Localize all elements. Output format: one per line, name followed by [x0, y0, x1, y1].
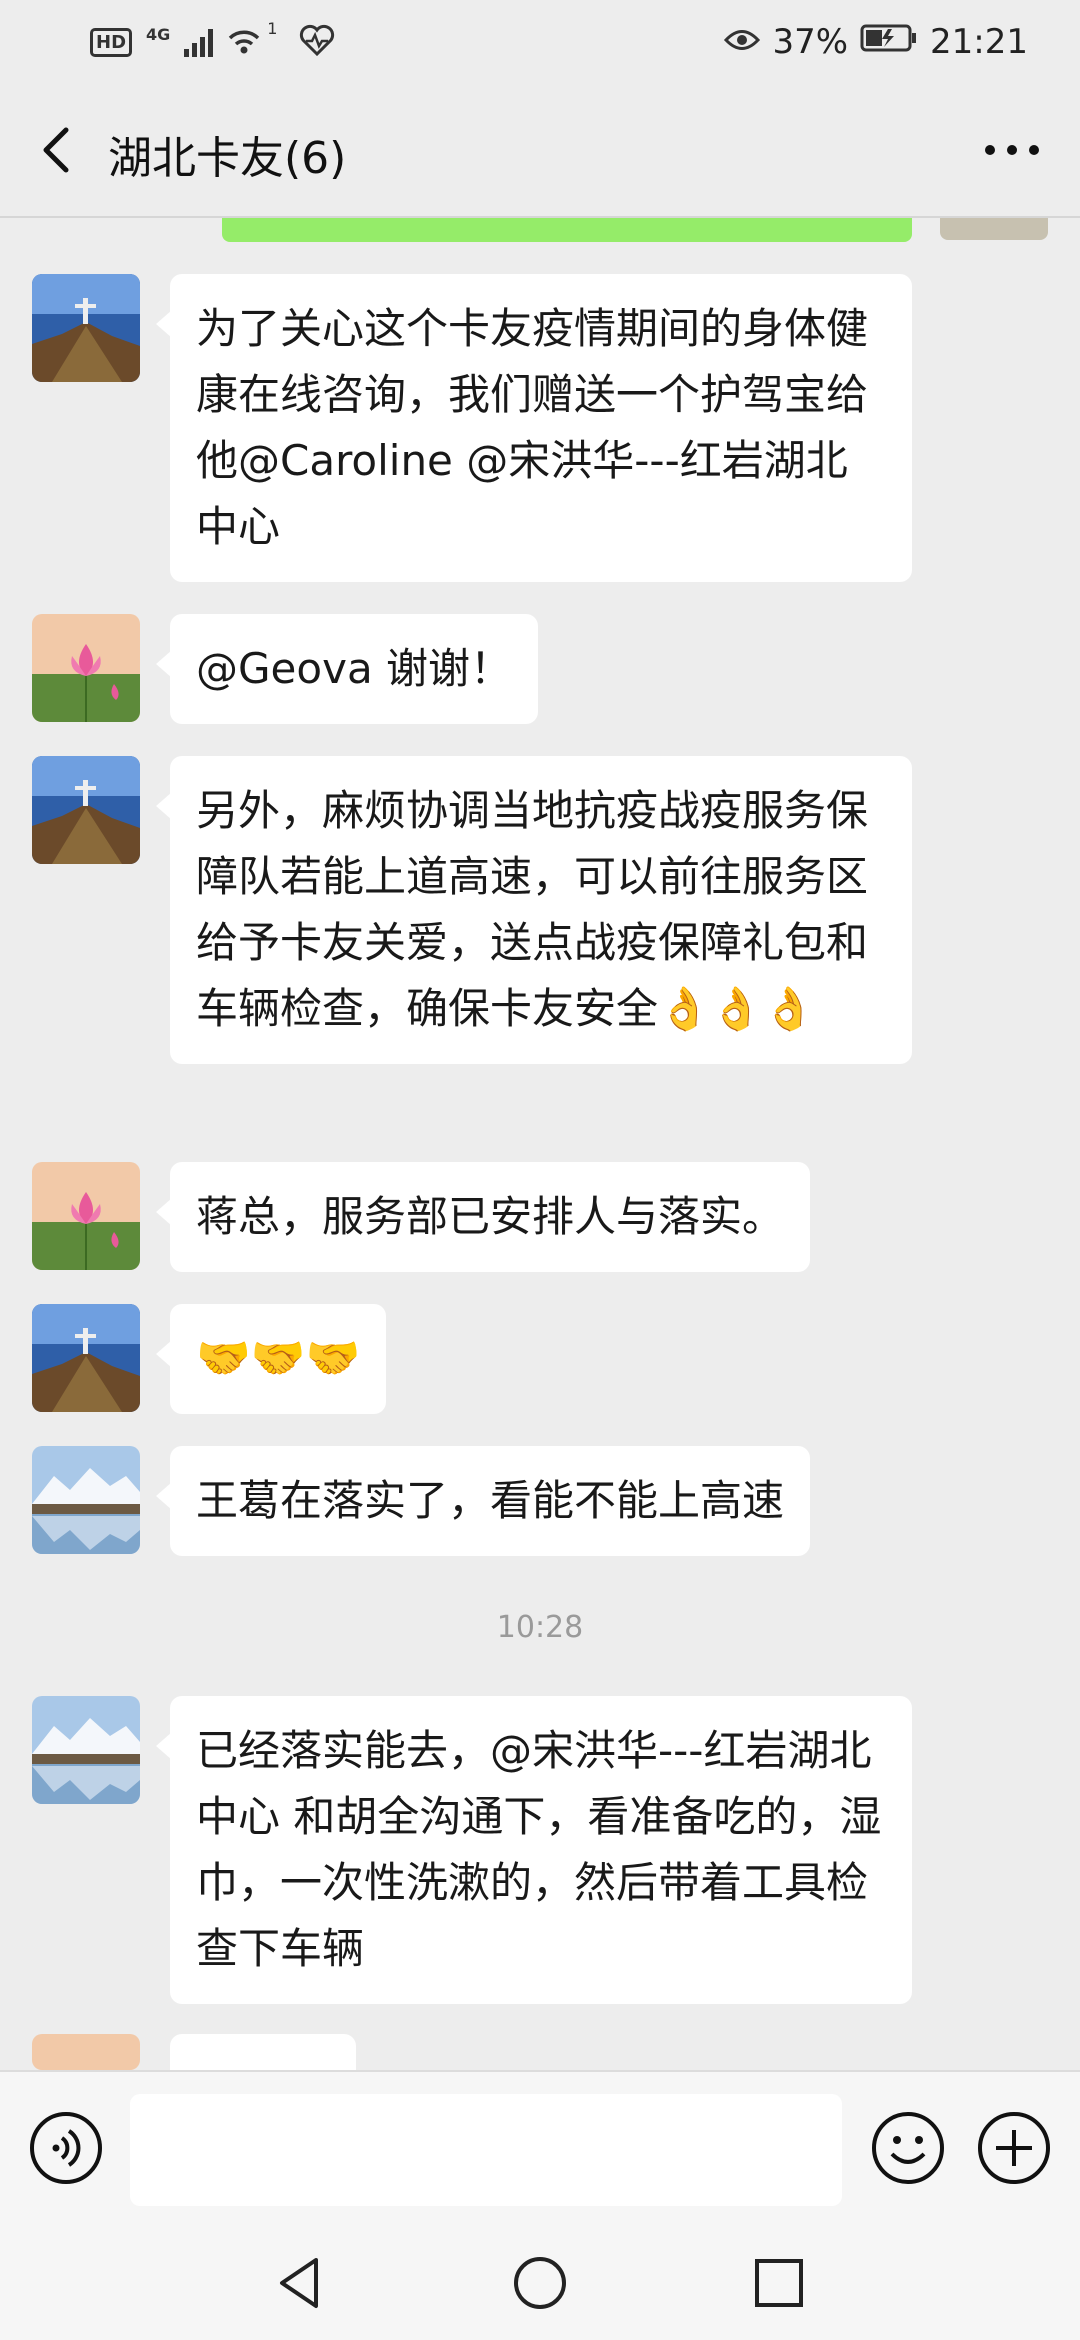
nav-recents-icon[interactable]: [748, 2252, 810, 2314]
battery-percent: 37%: [772, 22, 849, 62]
plus-icon[interactable]: [976, 2110, 1052, 2186]
lotus-avatar[interactable]: [32, 1162, 140, 1270]
network-gen: 4G: [146, 24, 171, 44]
eye-icon: [724, 22, 761, 62]
message-bubble[interactable]: 为了关心这个卡友疫情期间的身体健康在线咨询，我们赠送一个护驾宝给他@Caroli…: [156, 274, 912, 582]
hd-indicator: HD: [90, 27, 133, 57]
input-bar: [0, 2070, 1080, 2228]
message-bubble[interactable]: 王葛在落实了，看能不能上高速: [155, 1446, 811, 1556]
message-bubble[interactable]: 另外，麻烦协调当地抗疫战疫服务保障队若能上道高速，可以前往服务区给予卡友关爱，送…: [156, 756, 912, 1064]
own-avatar-partial[interactable]: [940, 218, 1048, 240]
heart-icon: [299, 24, 335, 60]
timestamp: 10:28: [496, 1610, 584, 1645]
message-bubble[interactable]: @Geova 谢谢！: [155, 614, 539, 724]
clock: 21:21: [930, 22, 1028, 62]
chat-header: 湖北卡友(6): [0, 84, 1080, 218]
wifi-icon: [227, 24, 261, 60]
message-bubble[interactable]: 🤝🤝🤝: [155, 1304, 387, 1414]
mountain-avatar[interactable]: [32, 1696, 140, 1804]
message-bubble-partial[interactable]: [170, 2034, 356, 2070]
message-input[interactable]: [130, 2094, 842, 2206]
own-message-bubble-partial[interactable]: [222, 218, 912, 242]
statue-avatar[interactable]: [32, 756, 140, 864]
voice-icon[interactable]: [28, 2110, 104, 2186]
mountain-avatar[interactable]: [32, 1446, 140, 1554]
emoji-icon[interactable]: [870, 2110, 946, 2186]
lotus-avatar[interactable]: [32, 2034, 140, 2070]
lotus-avatar[interactable]: [32, 614, 140, 722]
chat-title: 湖北卡友(6): [108, 133, 347, 184]
statue-avatar[interactable]: [32, 1304, 140, 1412]
statue-avatar[interactable]: [32, 274, 140, 382]
status-right: 37% 21:21: [724, 20, 1028, 64]
nav-home-icon[interactable]: [509, 2252, 571, 2314]
back-arrow-icon[interactable]: [32, 124, 84, 176]
message-bubble[interactable]: 已经落实能去，@宋洪华---红岩湖北中心 和胡全沟通下，看准备吃的，湿巾，一次性…: [156, 1696, 912, 2004]
wifi-badge: 1: [267, 18, 278, 38]
message-list[interactable]: 为了关心这个卡友疫情期间的身体健康在线咨询，我们赠送一个护驾宝给他@Caroli…: [0, 218, 1080, 2070]
status-left: HD 4G 1: [90, 18, 335, 64]
system-nav-bar: [0, 2226, 1080, 2340]
battery-icon: [860, 22, 918, 62]
signal-icon: [184, 27, 214, 57]
nav-back-icon[interactable]: [270, 2252, 332, 2314]
more-dots-icon[interactable]: [982, 138, 1042, 162]
message-bubble[interactable]: 蒋总，服务部已安排人与落实。: [155, 1162, 811, 1272]
status-bar: HD 4G 1 37% 21:21: [0, 0, 1080, 84]
